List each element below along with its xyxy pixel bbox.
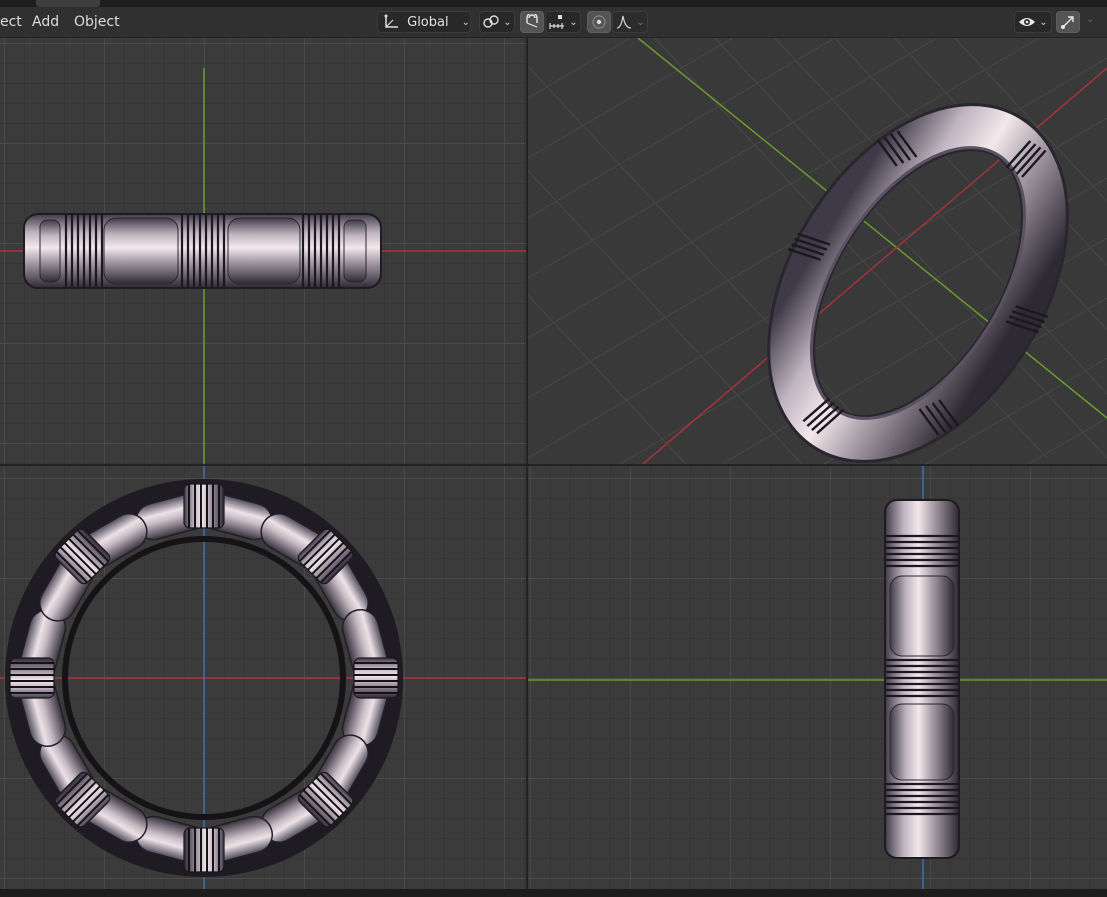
- snap-magnet-icon: [526, 14, 538, 28]
- front-viewport[interactable]: [0, 38, 526, 464]
- ring-band-side[interactable]: [23, 213, 382, 289]
- window-top-strip: [0, 0, 1107, 7]
- chevron-down-icon: ⌄: [1039, 16, 1048, 28]
- gizmo-toggle[interactable]: [1056, 11, 1080, 33]
- transform-orientation-dropdown[interactable]: Global ⌄: [377, 11, 471, 33]
- perspective-viewport[interactable]: [528, 38, 1107, 464]
- right-viewport[interactable]: [528, 466, 1107, 897]
- chevron-down-icon: ⌄: [636, 16, 645, 28]
- orientation-label: Global: [407, 14, 449, 30]
- active-workspace-tab[interactable]: [36, 0, 100, 7]
- orientation-axes-icon: [384, 14, 398, 28]
- viewport-header: ect Add Object Global ⌄ ⌄ ⌄ ⌄ ⌄ ⌄: [0, 7, 1107, 38]
- top-viewport[interactable]: [0, 466, 526, 897]
- ring-band-perspective[interactable]: [714, 63, 1107, 464]
- eye-icon: [1019, 18, 1036, 26]
- proportional-edit-icon: [592, 15, 606, 29]
- proportional-edit-toggle[interactable]: [587, 11, 611, 33]
- object-menu[interactable]: Object: [74, 7, 120, 38]
- snap-target-dropdown[interactable]: ⌄: [545, 11, 581, 33]
- falloff-dropdown[interactable]: ⌄: [612, 11, 648, 33]
- chevron-down-icon: ⌄: [503, 16, 512, 28]
- add-menu[interactable]: Add: [32, 7, 59, 38]
- snap-increment-icon: [549, 15, 565, 29]
- select-menu[interactable]: ect: [0, 7, 22, 38]
- pivot-link-icon: [483, 15, 499, 28]
- gizmo-toggle-icon: [1061, 16, 1074, 29]
- ring-band-vertical[interactable]: [884, 499, 960, 859]
- viewport-divider-horizontal[interactable]: [0, 464, 1107, 466]
- chevron-down-icon[interactable]: ⌄: [1086, 14, 1094, 25]
- falloff-curve-icon: [617, 15, 632, 29]
- visibility-dropdown[interactable]: ⌄: [1014, 11, 1052, 33]
- snap-toggle[interactable]: [520, 11, 544, 33]
- chevron-down-icon: ⌄: [461, 16, 470, 28]
- chevron-down-icon: ⌄: [569, 16, 578, 28]
- viewport-divider-vertical[interactable]: [526, 38, 528, 897]
- pivot-point-dropdown[interactable]: ⌄: [479, 11, 515, 33]
- status-bar: [0, 889, 1107, 897]
